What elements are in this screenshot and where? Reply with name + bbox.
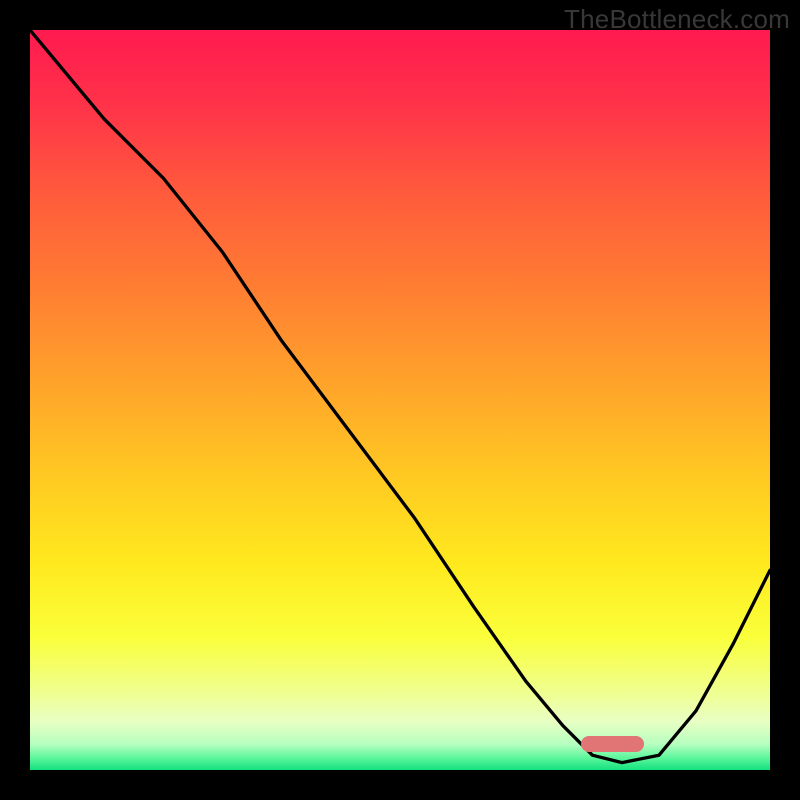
optimal-marker — [581, 736, 644, 752]
bottleneck-curve — [30, 30, 770, 770]
chart-frame: TheBottleneck.com — [0, 0, 800, 800]
plot-area — [30, 30, 770, 770]
